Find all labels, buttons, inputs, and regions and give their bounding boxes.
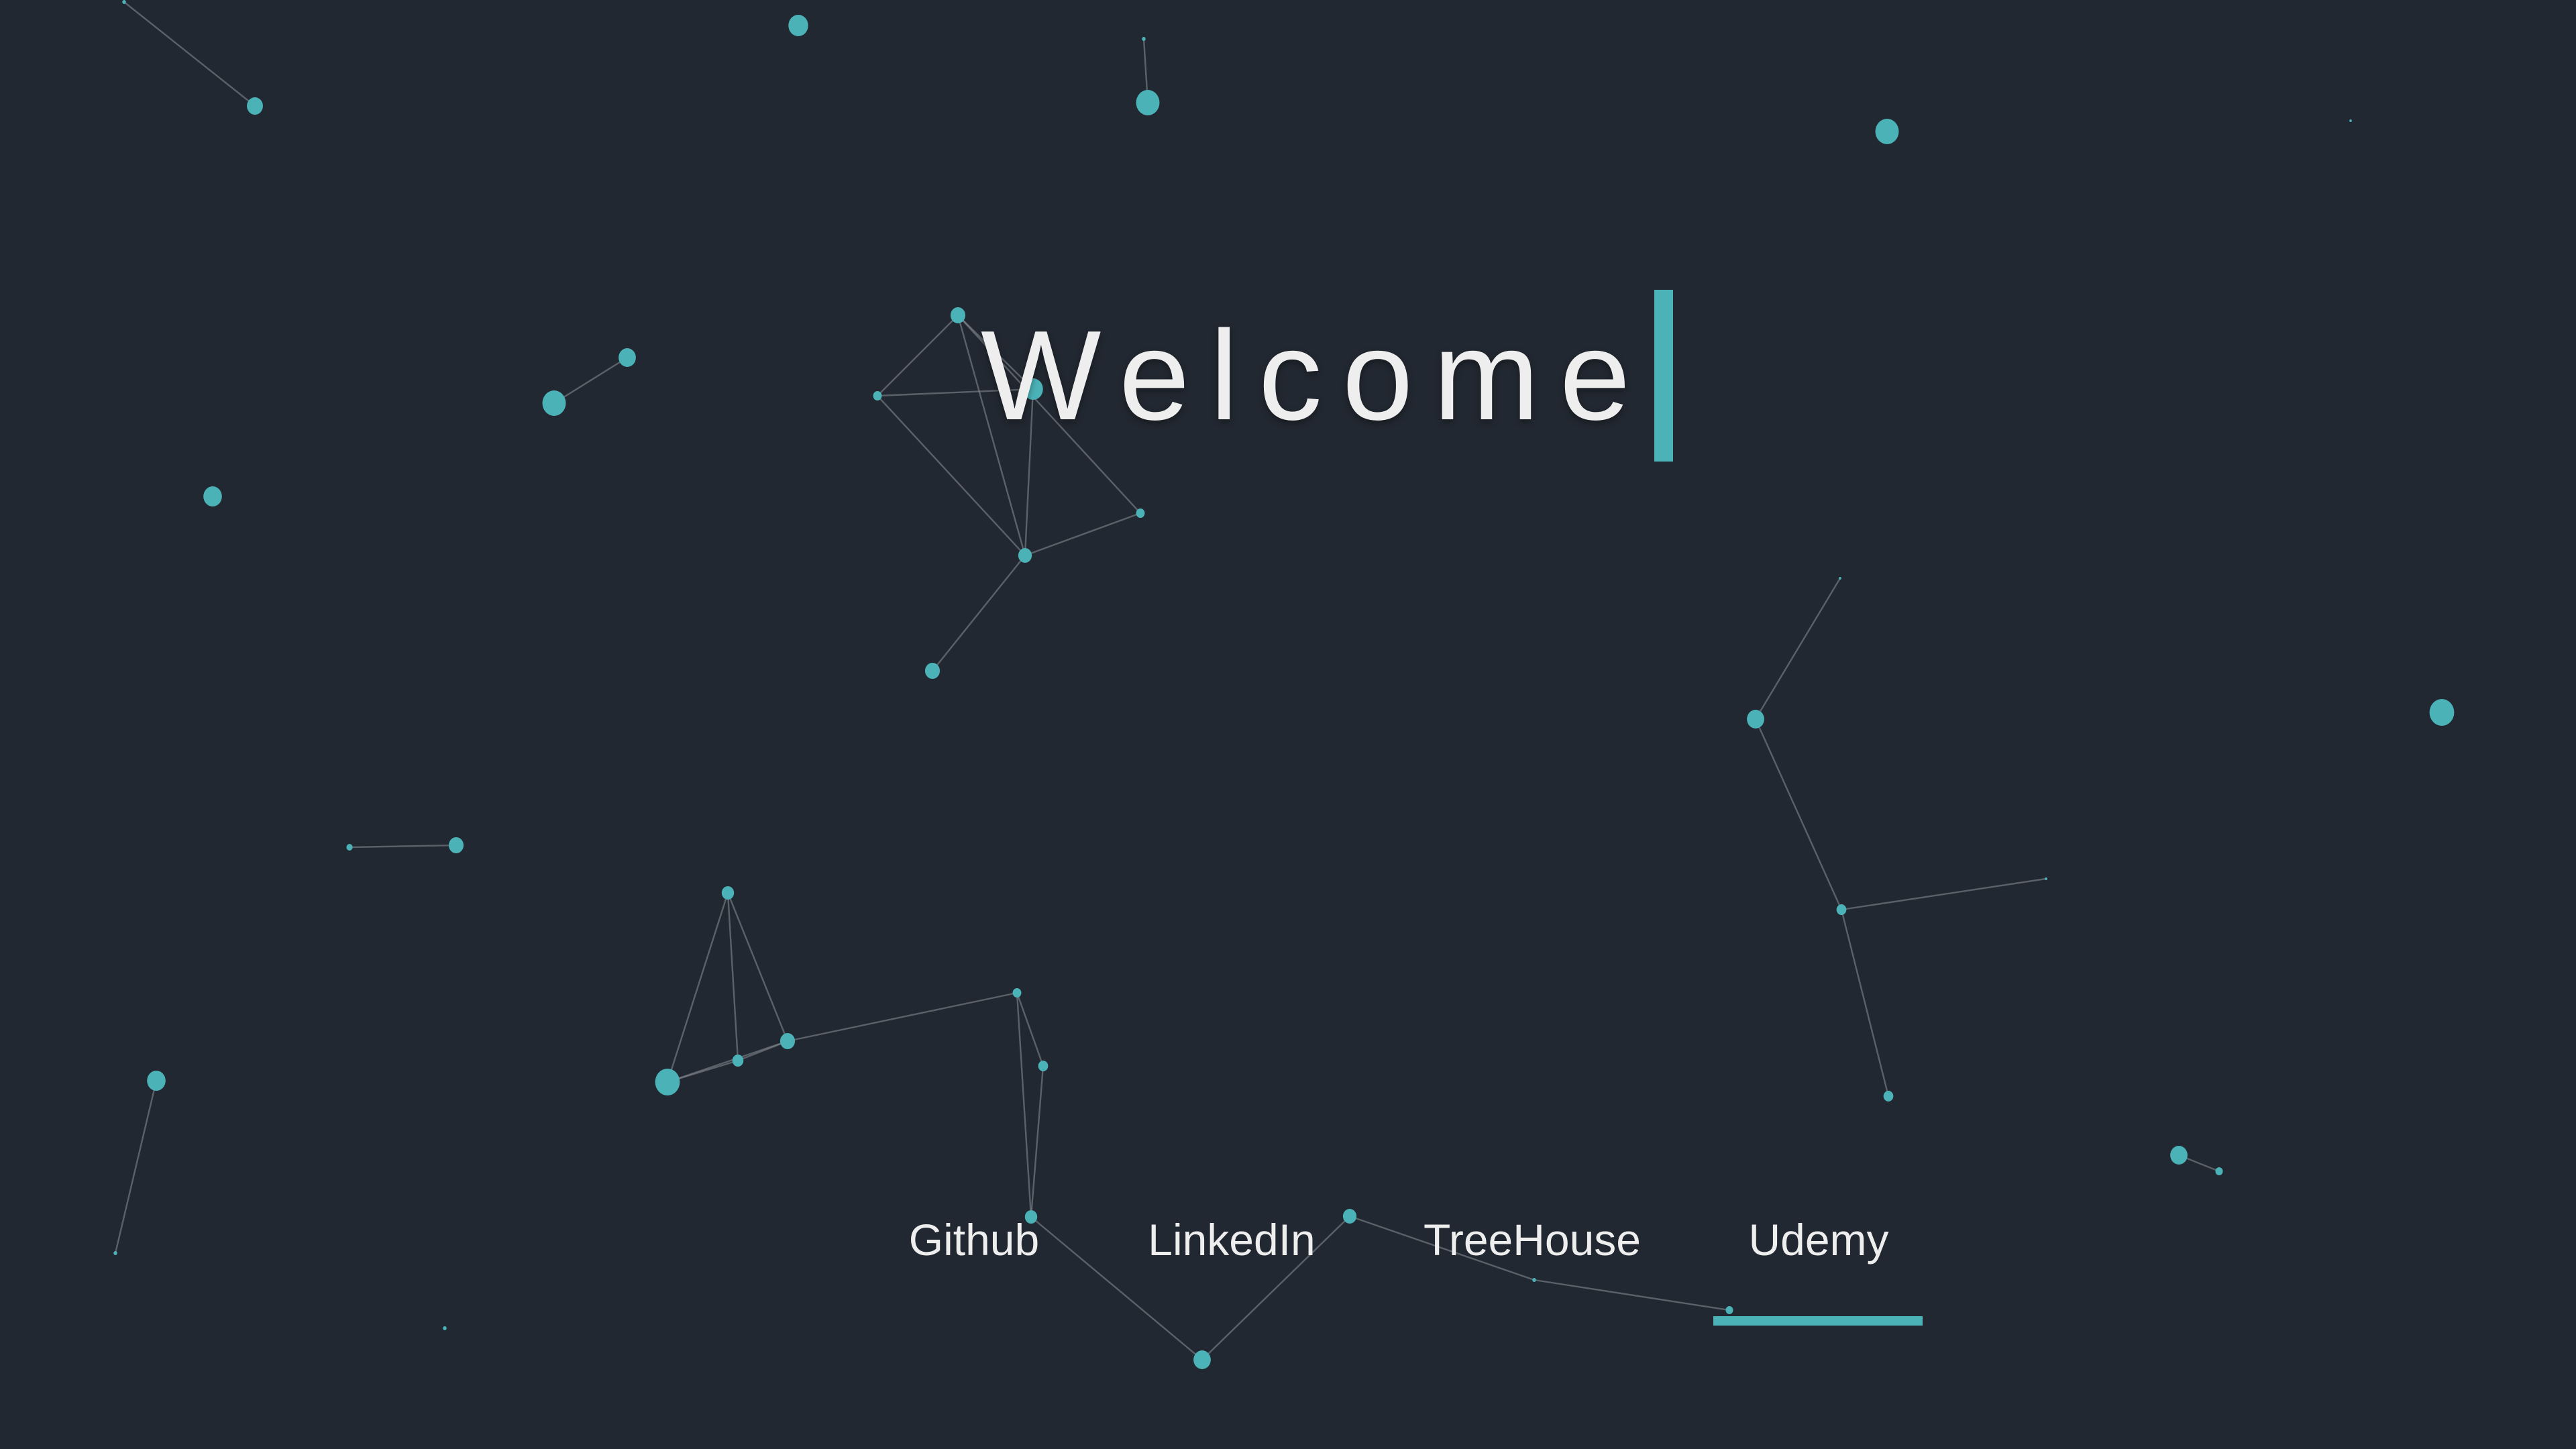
particle-dot <box>655 1069 680 1095</box>
particle-link <box>932 555 1026 672</box>
particle-link <box>349 844 457 849</box>
particle-link <box>877 315 959 396</box>
particle-link <box>787 991 1018 1042</box>
page-background: Welcome Github LinkedIn TreeHouse Udemy <box>0 0 2576 1449</box>
particle-link <box>727 892 789 1042</box>
particle-link <box>1840 909 1890 1097</box>
particle-dot <box>1725 1306 1733 1314</box>
particle-dot <box>619 348 636 367</box>
particle-dot <box>443 1326 447 1330</box>
particle-dot <box>780 1033 796 1049</box>
nav-link-linkedin[interactable]: LinkedIn <box>1148 1214 1316 1265</box>
particle-dot <box>1839 577 1841 580</box>
particle-dot <box>247 97 263 115</box>
particle-dot <box>924 663 941 679</box>
particle-dot <box>147 1071 166 1091</box>
particle-link <box>1841 877 2047 911</box>
particle-dot <box>2045 877 2047 880</box>
particle-dot <box>1012 988 1022 998</box>
particle-link <box>666 892 729 1083</box>
particle-dot <box>1836 904 1847 915</box>
particle-dot <box>2349 119 2352 122</box>
particle-dot <box>346 844 353 851</box>
particle-dot <box>448 837 464 853</box>
nav-link-github[interactable]: Github <box>909 1214 1039 1265</box>
social-nav: Github LinkedIn TreeHouse Udemy <box>0 1214 2576 1275</box>
particle-dot <box>1018 548 1032 563</box>
welcome-title: Welcome <box>981 305 1651 447</box>
particle-dot <box>2215 1167 2223 1175</box>
particle-dot <box>1142 37 1146 41</box>
particle-dot <box>1747 710 1764 729</box>
particle-link <box>667 1040 788 1083</box>
hero: Welcome <box>981 288 1674 463</box>
particle-dot <box>1038 1061 1049 1071</box>
particle-link <box>1754 718 1843 910</box>
typing-cursor <box>1654 290 1674 462</box>
particle-dot <box>721 886 735 900</box>
active-nav-indicator <box>1713 1316 1923 1326</box>
particle-link <box>727 892 739 1061</box>
particle-link <box>1030 1065 1044 1218</box>
particle-link <box>1024 512 1141 557</box>
particle-dot <box>873 391 882 400</box>
particle-link <box>123 1 256 107</box>
particle-dot <box>203 486 222 506</box>
particle-dot <box>1532 1278 1536 1282</box>
particle-dot <box>788 15 808 36</box>
particle-dot <box>1875 119 1899 144</box>
particle-dot <box>1136 508 1145 518</box>
particle-dot <box>2429 699 2455 726</box>
particle-dot <box>1193 1350 1211 1369</box>
particle-link <box>553 356 628 405</box>
particle-dot <box>950 307 966 323</box>
particle-link <box>1754 578 1841 720</box>
nav-link-treehouse[interactable]: TreeHouse <box>1424 1214 1641 1265</box>
particle-dot <box>732 1055 744 1067</box>
particle-dot <box>542 390 566 416</box>
particle-dot <box>1883 1091 1894 1102</box>
particle-link <box>1534 1279 1730 1311</box>
nav-link-udemy[interactable]: Udemy <box>1748 1214 1888 1265</box>
particle-dot <box>122 0 126 4</box>
particle-dot <box>1136 90 1160 115</box>
particle-dot <box>2170 1146 2188 1165</box>
